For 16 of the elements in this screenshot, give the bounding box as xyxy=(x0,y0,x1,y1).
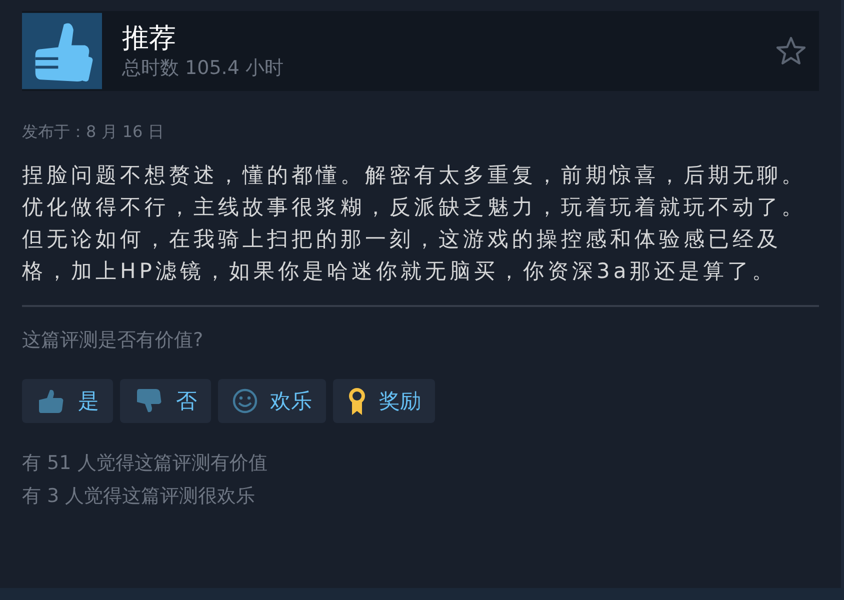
thumbs-down-icon xyxy=(134,388,164,414)
award-icon xyxy=(347,386,367,416)
star-icon[interactable] xyxy=(775,35,807,67)
smiley-icon xyxy=(232,388,258,414)
review-text: 捏脸问题不想赘述，懂的都懂。解密有太多重复，前期惊喜，后期无聊。优化做得不行，主线故事很浆糊，反派缺乏魅力，玩着玩着就玩不动了。但无论如何，在我骑上扫把的那一刻，这游戏的操控感和体验感已经及格，加上HP滤镜，如果你是哈迷你就无脑买，你资深3a那还是算了。 xyxy=(22,162,807,285)
helpful-question: 这篇评测是否有价值? xyxy=(22,328,204,353)
playtime-text: 总时数 105.4 小时 xyxy=(122,56,284,80)
vote-button[interactable]: 否 xyxy=(120,379,211,423)
vote-count-text: 有 3 人觉得这篇评测很欢乐 xyxy=(22,484,256,509)
vote-button[interactable]: 奖励 xyxy=(333,379,435,423)
vote-button[interactable]: 是 xyxy=(22,379,113,423)
verdict-title: 推荐 xyxy=(122,22,177,56)
vote-button[interactable]: 欢乐 xyxy=(218,379,326,423)
thumbs-up-icon xyxy=(36,388,66,414)
vote-count-text: 有 51 人觉得这篇评测有价值 xyxy=(22,451,268,476)
posted-date: 发布于：8 月 16 日 xyxy=(22,122,165,143)
